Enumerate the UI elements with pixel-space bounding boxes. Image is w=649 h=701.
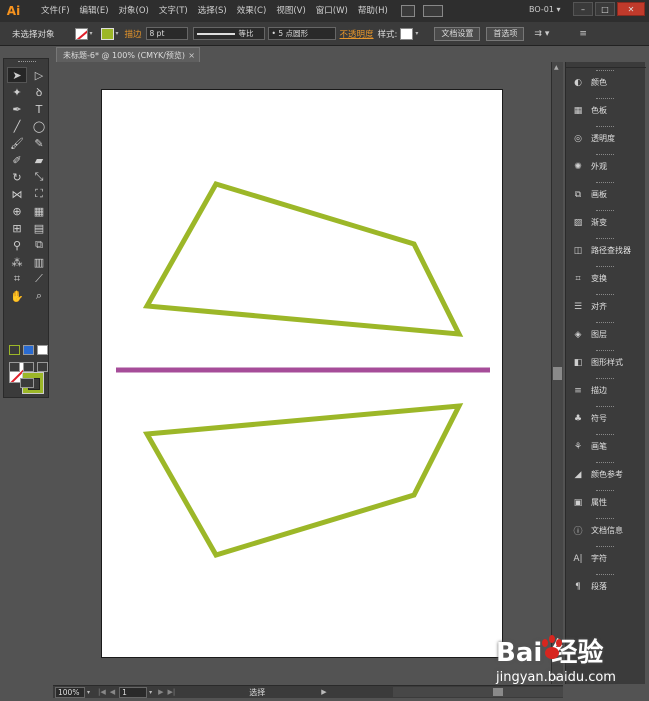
character-icon: A| — [573, 553, 583, 564]
panel-paragraph[interactable]: ¶ 段落 — [566, 573, 646, 600]
transparency-icon: ◎ — [574, 133, 582, 144]
first-artboard-icon[interactable]: |◀ — [98, 688, 106, 696]
symbols-icon: ♣ — [573, 413, 583, 424]
panel-color[interactable]: ◐ 颜色 — [566, 69, 646, 96]
vertical-scroll-thumb[interactable] — [553, 367, 562, 380]
panel-dock-header[interactable] — [566, 62, 646, 68]
document-info-icon: ⓘ — [573, 527, 583, 537]
scroll-up-icon[interactable]: ▲ — [554, 64, 559, 71]
zoom-dropdown-icon[interactable]: ▾ — [85, 686, 92, 698]
upper-quad-shape[interactable] — [142, 181, 464, 337]
panel-align[interactable]: ☰ 对齐 — [566, 293, 646, 320]
appearance-icon: ✺ — [574, 161, 582, 172]
panel-symbols[interactable]: ♣ 符号 — [566, 405, 646, 432]
pathfinder-icon: ◫ — [573, 245, 583, 256]
align-icon: ☰ — [573, 301, 583, 312]
graphic-styles-icon: ◧ — [573, 357, 583, 368]
vertical-scrollbar[interactable]: ▲ ▼ — [551, 62, 563, 684]
status-bar: 100% ▾ |◀ ◀ 1 ▾ ▶ ▶| 选择 ▶ — [53, 685, 563, 698]
zoom-field[interactable]: 100% — [55, 686, 85, 698]
panel-color-guide[interactable]: ◢ 颜色参考 — [566, 461, 646, 488]
color-icon: ◐ — [574, 77, 582, 88]
panel-appearance[interactable]: ✺ 外观 — [566, 153, 646, 180]
status-text: 选择 — [249, 687, 266, 697]
transform-icon: ⌗ — [575, 273, 581, 284]
paragraph-icon: ¶ — [575, 581, 581, 592]
attributes-icon: ▣ — [573, 497, 583, 508]
status-menu-icon[interactable]: ▶ — [321, 688, 326, 696]
panel-dock: ◐ 颜色 ▦ 色板 ◎ 透明度 ✺ 外观 ⧉ 画板 ▨ 渐变 ◫ 路径查找器 ⌗ 变换 ☰ 对齐 … — [565, 62, 646, 684]
lower-quad-shape[interactable] — [142, 403, 464, 558]
panel-pathfinder[interactable]: ◫ 路径查找器 — [566, 237, 646, 264]
panel-brushes[interactable]: ⚘ 画笔 — [566, 433, 646, 460]
last-artboard-icon[interactable]: ▶| — [168, 688, 176, 696]
panel-graphic-styles[interactable]: ◧ 图形样式 — [566, 349, 646, 376]
panel-transparency[interactable]: ◎ 透明度 — [566, 125, 646, 152]
zoom-value: 100% — [58, 687, 80, 697]
panel-stroke[interactable]: ≡ 描边 — [566, 377, 646, 404]
panel-layers[interactable]: ◈ 图层 — [566, 321, 646, 348]
baidu-watermark: Bai 经验 jingyan.baidu.com — [496, 632, 646, 694]
panel-transform[interactable]: ⌗ 变换 — [566, 265, 646, 292]
artboard-dropdown-icon[interactable]: ▾ — [147, 686, 154, 698]
next-artboard-icon[interactable]: ▶ — [158, 688, 163, 696]
panel-swatches[interactable]: ▦ 色板 — [566, 97, 646, 124]
layers-icon: ◈ — [574, 329, 582, 340]
artboard-number: 1 — [122, 687, 127, 697]
brushes-icon: ⚘ — [573, 441, 583, 452]
color-guide-icon: ◢ — [574, 469, 582, 480]
panel-attributes[interactable]: ▣ 属性 — [566, 489, 646, 516]
baidu-paw-icon — [542, 635, 562, 659]
stroke-icon: ≡ — [574, 385, 582, 396]
panel-character[interactable]: A| 字符 — [566, 545, 646, 572]
panel-document-info[interactable]: ⓘ 文档信息 — [566, 517, 646, 544]
illustrator-window: Ai 文件(F) 编辑(E) 对象(O) 文字(T) 选择(S) 效果(C) 视… — [0, 0, 649, 701]
panel-gradient[interactable]: ▨ 渐变 — [566, 209, 646, 236]
swatches-icon: ▦ — [573, 105, 583, 116]
prev-artboard-icon[interactable]: ◀ — [110, 688, 115, 696]
artboard-field[interactable]: 1 — [119, 686, 148, 698]
watermark-url: jingyan.baidu.com — [496, 670, 616, 685]
panel-artboards[interactable]: ⧉ 画板 — [566, 181, 646, 208]
artboards-icon: ⧉ — [574, 189, 582, 200]
gradient-icon: ▨ — [573, 217, 583, 228]
